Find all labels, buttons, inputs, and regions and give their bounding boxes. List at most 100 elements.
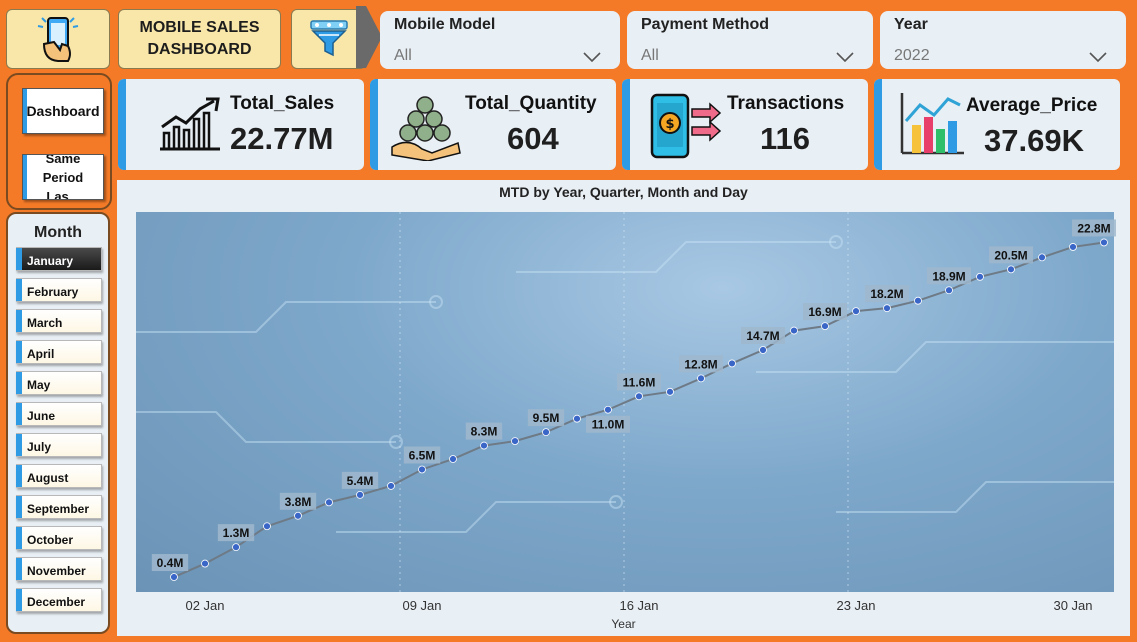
data-point[interactable] <box>170 573 178 581</box>
average-price-value: 37.69K <box>984 123 1084 158</box>
year-label: Year <box>894 16 928 33</box>
transactions-value: 116 <box>760 121 811 156</box>
total-sales-value: 22.77M <box>230 121 334 156</box>
data-point[interactable] <box>852 307 860 316</box>
data-point[interactable] <box>790 326 798 335</box>
payment-method-value: All <box>641 47 659 64</box>
data-point[interactable] <box>976 272 984 281</box>
data-label: 11.6M <box>617 373 661 391</box>
data-label: 14.7M <box>741 326 785 344</box>
data-point[interactable] <box>263 522 271 531</box>
svg-text:18.9M: 18.9M <box>932 269 965 283</box>
total-quantity-label: Total_Quantity <box>465 93 597 114</box>
data-point[interactable] <box>480 441 488 450</box>
svg-text:1.3M: 1.3M <box>223 526 250 540</box>
year-slicer[interactable]: Year 2022 <box>880 11 1126 69</box>
svg-text:6.5M: 6.5M <box>409 448 436 462</box>
month-option-december[interactable]: December <box>16 588 102 612</box>
data-point[interactable] <box>883 304 891 313</box>
svg-text:9.5M: 9.5M <box>533 411 560 425</box>
mobile-payment-icon: $ <box>650 93 722 159</box>
svg-text:22.8M: 22.8M <box>1077 221 1110 235</box>
data-label: 9.5M <box>527 409 565 427</box>
month-slicer: Month January February March April May June Ju… <box>6 212 110 634</box>
data-label: 3.8M <box>279 492 317 510</box>
data-point[interactable] <box>914 296 922 305</box>
x-tick-label: 02 Jan <box>185 598 225 613</box>
data-point[interactable] <box>1100 238 1108 247</box>
data-point[interactable] <box>945 286 953 295</box>
data-point[interactable] <box>449 455 457 463</box>
payment-method-slicer[interactable]: Payment Method All <box>627 11 873 69</box>
x-tick-label: 23 Jan <box>836 598 876 613</box>
same-period-nav-button[interactable]: Same Period Las... <box>22 154 104 200</box>
x-axis-title: Year <box>611 617 636 631</box>
month-slicer-title: Month <box>34 224 82 241</box>
data-point[interactable] <box>666 387 674 396</box>
data-label: 18.2M <box>865 285 909 303</box>
data-point[interactable] <box>356 490 364 499</box>
month-option-january[interactable]: January <box>16 247 102 271</box>
month-option-november[interactable]: November <box>16 557 102 581</box>
data-point[interactable] <box>232 543 240 552</box>
chevron-down-icon[interactable] <box>1088 51 1108 63</box>
bar-chart-icon <box>900 93 964 155</box>
data-point[interactable] <box>387 482 395 490</box>
data-point[interactable] <box>201 559 209 568</box>
month-option-august[interactable]: August <box>16 464 102 488</box>
average-price-label: Average_Price <box>966 95 1098 116</box>
x-tick-label: 09 Jan <box>402 598 442 613</box>
svg-text:3.8M: 3.8M <box>285 495 312 509</box>
transactions-label: Transactions <box>727 93 845 114</box>
mobile-model-slicer[interactable]: Mobile Model All <box>380 11 620 69</box>
data-point[interactable] <box>542 428 550 437</box>
data-point[interactable] <box>573 414 581 423</box>
svg-text:5.4M: 5.4M <box>347 474 374 488</box>
data-point[interactable] <box>728 359 736 368</box>
kpi-card-total-sales: Total_Sales 22.77M <box>118 79 364 170</box>
month-option-july[interactable]: July <box>16 433 102 457</box>
data-point[interactable] <box>325 498 333 507</box>
mtd-line-series: 0.4M 1.3M 3.8M 5.4M 6.5M 8.3M 9.5M 11.0M 11.6M 12… <box>151 219 1116 581</box>
chevron-down-icon[interactable] <box>835 51 855 63</box>
kpi-card-transactions: $ Transactions 116 <box>622 79 868 170</box>
svg-text:11.0M: 11.0M <box>592 418 625 432</box>
data-point[interactable] <box>1007 265 1015 274</box>
month-option-september[interactable]: September <box>16 495 102 519</box>
data-label: 16.9M <box>803 303 847 321</box>
svg-text:20.5M: 20.5M <box>994 248 1027 262</box>
svg-text:0.4M: 0.4M <box>157 556 184 570</box>
filter-toggle-button[interactable] <box>291 9 366 69</box>
data-label: 18.9M <box>927 267 971 285</box>
data-label: 12.8M <box>679 355 723 373</box>
month-option-june[interactable]: June <box>16 402 102 426</box>
dashboard-nav-button[interactable]: Dashboard <box>22 88 104 134</box>
data-point[interactable] <box>418 465 426 474</box>
data-point[interactable] <box>821 322 829 330</box>
funnel-filter-icon <box>309 20 348 57</box>
data-label: 8.3M <box>465 422 503 440</box>
svg-text:18.2M: 18.2M <box>870 287 903 301</box>
sales-growth-icon <box>160 97 220 151</box>
month-option-february[interactable]: February <box>16 278 102 302</box>
month-option-march[interactable]: March <box>16 309 102 333</box>
data-label: 1.3M <box>217 524 255 542</box>
mtd-line-chart-panel: MTD by Year, Quarter, Month and Day 0.4M… <box>117 180 1130 636</box>
month-option-may[interactable]: May <box>16 371 102 395</box>
svg-text:16.9M: 16.9M <box>808 305 841 319</box>
chevron-down-icon[interactable] <box>582 51 602 63</box>
data-point[interactable] <box>759 346 767 354</box>
money-bags-icon <box>391 96 461 161</box>
kpi-card-total-quantity: Total_Quantity 604 <box>370 79 616 170</box>
dashboard-title: MOBILE SALES DASHBOARD <box>118 9 281 69</box>
data-point[interactable] <box>697 374 705 383</box>
month-option-april[interactable]: April <box>16 340 102 364</box>
data-point[interactable] <box>294 511 302 520</box>
data-point[interactable] <box>604 405 612 414</box>
month-option-october[interactable]: October <box>16 526 102 550</box>
data-point[interactable] <box>1069 243 1077 251</box>
payment-method-label: Payment Method <box>641 16 770 33</box>
data-point[interactable] <box>511 437 519 446</box>
data-point[interactable] <box>635 392 643 401</box>
data-point[interactable] <box>1038 253 1046 262</box>
